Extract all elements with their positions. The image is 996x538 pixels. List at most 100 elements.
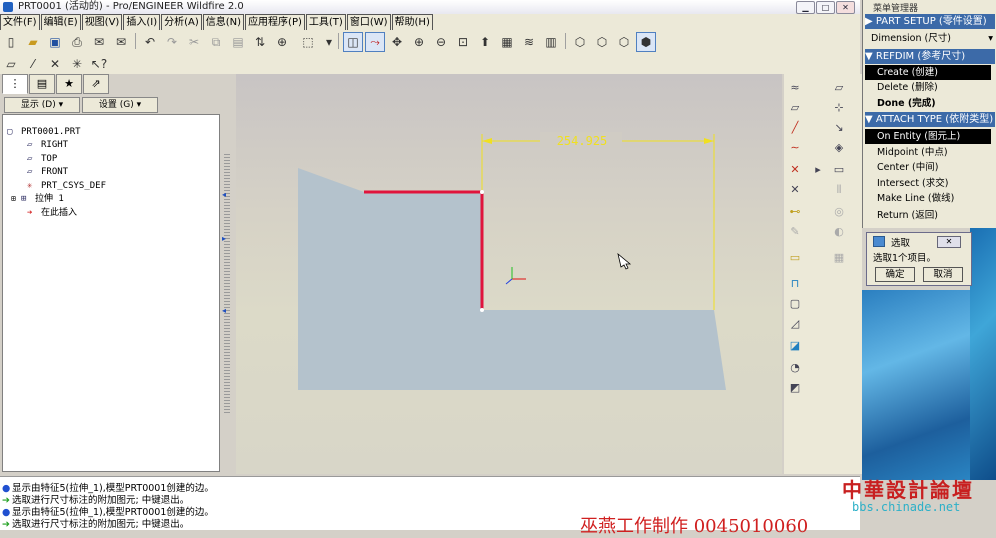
close-button[interactable]: ✕ [836,1,855,14]
datum-axis-tool-icon[interactable]: ⊹ [830,100,848,116]
menu-done[interactable]: Done (完成) [877,96,995,111]
csys-display-icon[interactable]: ✳ [67,54,87,74]
pattern-tool-icon[interactable]: ▦ [830,250,848,266]
dimension-value[interactable]: 254.925 [557,134,608,148]
part-setup-menu[interactable]: ▶ PART SETUP (零件设置) [865,14,995,29]
surface-tool-icon[interactable]: ◈ [830,140,848,156]
paste-icon[interactable]: ▤ [228,32,248,52]
csys-tool-icon[interactable]: ↘ [830,120,848,136]
datum-axis-display-icon[interactable]: ⁄ [23,54,43,74]
datum-plane-display-icon[interactable]: ▱ [1,54,21,74]
tree-node-part[interactable]: ▢ PRT0001.PRT [7,126,81,138]
point-offset-icon[interactable]: ✕ [786,182,804,198]
menu-delete[interactable]: Delete (删除) [877,80,995,95]
new-file-icon[interactable]: ▯ [1,32,21,52]
mirror-tool-icon[interactable]: ⫴ [830,182,848,198]
chamfer-tool-icon[interactable]: ◩ [786,380,804,396]
layers-icon[interactable]: ≋ [519,32,539,52]
show-dropdown[interactable]: 显示 (D) ▾ [4,97,80,113]
zoom-in-icon[interactable]: ⊕ [409,32,429,52]
favorites-tab-icon[interactable]: ★ [56,74,82,94]
settings-dropdown[interactable]: 设置 (G) ▾ [82,97,158,113]
send-mail-icon[interactable]: ✉ [89,32,109,52]
copy-icon[interactable]: ⧉ [206,32,226,52]
menu-view[interactable]: 视图(V) [81,14,123,31]
expand-toggle-icon[interactable]: ⊞ [11,193,21,205]
menu-intersect[interactable]: Intersect (求交) [877,176,995,191]
redo-icon[interactable]: ↷ [162,32,182,52]
zoom-out-icon[interactable]: ⊖ [431,32,451,52]
note-tool-icon[interactable]: ▭ [786,250,804,266]
selection-box-icon[interactable]: ⬚ [294,32,322,52]
datum-point-tool-icon[interactable]: ✕ [786,162,804,178]
graphics-window[interactable]: 254.925 [236,74,782,474]
menu-analysis[interactable]: 分析(A) [161,14,202,31]
shell-tool-icon[interactable]: ▢ [786,296,804,312]
menu-window[interactable]: 窗口(W) [346,14,391,31]
draft-tool-icon[interactable]: ◪ [786,338,804,354]
no-hidden-icon[interactable]: ⬡ [614,32,634,52]
hole-tool-icon[interactable]: ⊓ [786,276,804,292]
reorient-icon[interactable]: ⬆ [475,32,495,52]
flyout-arrow-icon[interactable]: ▸ [814,162,822,178]
save-icon[interactable]: ▣ [45,32,65,52]
tree-node-csys[interactable]: ✳ PRT_CSYS_DEF [27,180,106,192]
mail-attachment-icon[interactable]: ✉ [111,32,131,52]
datum-plane-tool-icon[interactable]: ▱ [830,80,848,96]
sketch-datum-curve-icon[interactable]: ≈ [786,80,804,96]
maximize-button[interactable]: □ [816,1,835,14]
spline-tool-icon[interactable]: ∼ [786,140,804,156]
refdim-menu-header[interactable]: ▼ REFDIM (参考尺寸) [865,49,995,64]
cancel-button[interactable]: 取消 [923,267,963,282]
attach-type-menu-header[interactable]: ▼ ATTACH TYPE (依附类型) [865,112,995,127]
menu-insert[interactable]: 插入(I) [123,14,161,31]
menu-edit[interactable]: 编辑(E) [40,14,81,31]
menu-info[interactable]: 信息(N) [202,14,245,31]
connections-tab-icon[interactable]: ⇗ [83,74,109,94]
sketched-datum-icon[interactable]: ▱ [786,100,804,116]
regenerate-icon[interactable]: ⇅ [250,32,270,52]
dimension-dropdown[interactable]: Dimension (尺寸) ▾ [871,32,995,46]
intersect-tool-icon[interactable]: ◐ [830,224,848,240]
menu-help[interactable]: 帮助(H) [391,14,433,31]
menu-return[interactable]: Return (返回) [877,208,995,223]
undo-icon[interactable]: ↶ [140,32,160,52]
refit-icon[interactable]: ⊡ [453,32,473,52]
menu-center[interactable]: Center (中间) [877,160,995,175]
rib-tool-icon[interactable]: ◿ [786,316,804,332]
folder-browser-tab-icon[interactable]: ▤ [29,74,55,94]
tree-node-insert-here[interactable]: ➔ 在此插入 [27,207,77,219]
ok-button[interactable]: 确定 [875,267,915,282]
menu-file[interactable]: 文件(F) [0,14,40,31]
find-icon[interactable]: ⊕ [272,32,292,52]
minimize-button[interactable]: ▁ [796,1,815,14]
panel-splitter[interactable]: ◂ ▸ ◂ [222,74,232,474]
tree-node-extrude[interactable]: ⊞ ⊞ 拉伸 1 [11,193,64,205]
dialog-close-button[interactable]: ✕ [937,236,961,248]
model-tree-tab-icon[interactable]: ⋮ [2,74,28,94]
wireframe-icon[interactable]: ⬡ [570,32,590,52]
menu-midpoint[interactable]: Midpoint (中点) [877,145,995,160]
open-folder-icon[interactable]: ▰ [23,32,43,52]
print-icon[interactable]: ⎙ [67,32,87,52]
model-view[interactable]: 254.925 [236,74,782,474]
spin-center-icon[interactable]: ⤳ [365,32,385,52]
round-tool-icon[interactable]: ◔ [786,360,804,376]
analysis-tool-icon[interactable]: ▭ [830,162,848,178]
tree-node-front[interactable]: ▱ FRONT [27,166,68,178]
line-tool-icon[interactable]: ╱ [786,120,804,136]
context-help-icon[interactable]: ↖? [89,54,109,74]
repaint-icon[interactable]: ◫ [343,32,363,52]
cut-icon[interactable]: ✂ [184,32,204,52]
selection-dropdown-icon[interactable]: ▾ [324,32,334,52]
saved-views-icon[interactable]: ▦ [497,32,517,52]
hidden-line-icon[interactable]: ⬡ [592,32,612,52]
orient-mode-icon[interactable]: ✥ [387,32,407,52]
trim-tool-icon[interactable]: ✎ [786,224,804,240]
shading-icon[interactable]: ⬢ [636,32,656,52]
dimension-tool-icon[interactable]: ⊷ [786,204,804,220]
tree-node-right[interactable]: ▱ RIGHT [27,139,68,151]
menu-tools[interactable]: 工具(T) [305,14,346,31]
datum-point-display-icon[interactable]: ✕ [45,54,65,74]
view-manager-icon[interactable]: ▥ [541,32,561,52]
